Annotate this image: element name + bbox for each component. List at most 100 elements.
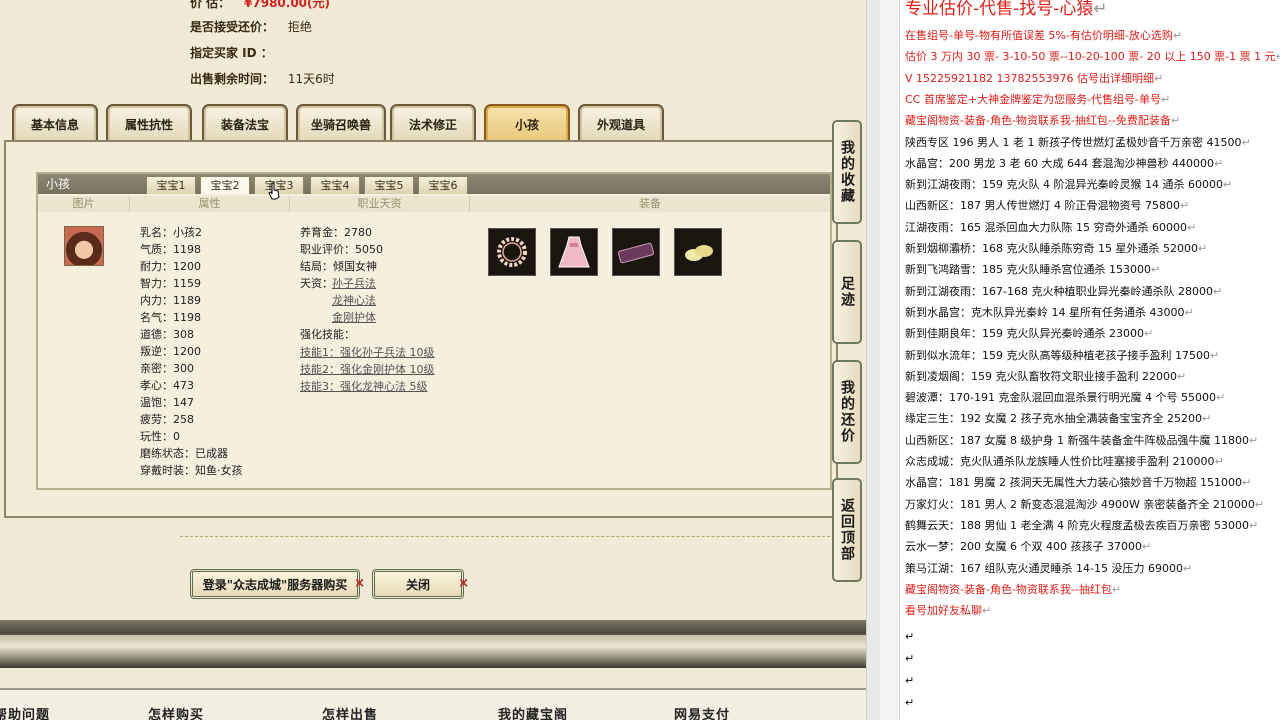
footer-how-to-sell-link[interactable]: 怎样出售 [322, 704, 378, 720]
document-line: 看号加好友私聊↵ [905, 604, 992, 618]
skill-link-3[interactable]: 技能3：强化龙神心法 5级 [300, 378, 428, 394]
game-pane: 价 估： ¥7980.00(元) 是否接受还价： 拒绝 指定买家 ID ： 出售… [0, 0, 866, 720]
footer-my-treasure-link[interactable]: 我的藏宝阁 [498, 704, 568, 720]
vertical-scrollbar[interactable] [866, 0, 880, 720]
skill-link-1[interactable]: 技能1：强化孙子兵法 10级 [300, 344, 435, 360]
subtab-baby-2[interactable]: 宝宝2 [200, 176, 250, 194]
attr-temperament: 气质：1198 [140, 243, 201, 256]
close-button-label: 关闭 [405, 577, 430, 592]
attr-morality: 道德：308 [140, 328, 194, 341]
close-button[interactable]: 关闭 × [372, 569, 469, 599]
career-rating: 职业评价：5050 [300, 243, 383, 256]
attr-fame: 名气：1198 [140, 311, 201, 324]
tab-basic-info[interactable]: 基本信息 [12, 104, 98, 142]
document-line: V 15225921182 13782553976 估号出详细明细↵ [905, 71, 1164, 85]
tab-appearance[interactable]: 外观道具 [578, 104, 664, 142]
pink-dress-icon[interactable] [550, 228, 598, 276]
column-attributes: 属性 [130, 196, 290, 212]
login-server-buy-label: 登录"众志成城"服务器购买 [202, 577, 348, 592]
attr-intimacy: 亲密：300 [140, 362, 194, 375]
attr-intelligence: 智力：1159 [140, 277, 201, 290]
shoes-icon[interactable] [674, 228, 722, 276]
child-panel: 小孩 宝宝1 宝宝2 宝宝3 宝宝4 宝宝5 宝宝6 图片 属性 职业天资 装备… [4, 140, 838, 518]
document-line: 藏宝阁物资-装备-角色-物资联系我--抽红包↵ [905, 582, 1122, 596]
empty-paragraph-mark: ↵ [905, 652, 915, 665]
attr-endurance: 耐力：1200 [140, 260, 201, 273]
empty-paragraph-mark: ↵ [905, 630, 915, 643]
close-mark-icon: × [458, 576, 469, 591]
child-avatar [64, 226, 104, 266]
subtab-baby-4[interactable]: 宝宝4 [310, 176, 360, 194]
document-line: 众志成城：克火队通杀队龙族睡人性价比哇塞接手盈利 210000↵ [905, 455, 1224, 468]
child-detail-box: 小孩 宝宝1 宝宝2 宝宝3 宝宝4 宝宝5 宝宝6 图片 属性 职业天资 装备… [36, 172, 832, 490]
career-talent-label: 天资： [300, 277, 333, 290]
attr-playfulness: 玩性：0 [140, 430, 180, 443]
document-line: 山西新区：187 女魔 8 级护身 1 新强牛装备金牛阵极品强牛魔 11800↵ [905, 433, 1259, 447]
time-value: 11天6时 [287, 72, 335, 86]
tab-attributes[interactable]: 属性抗性 [106, 104, 192, 142]
document-line: 鹤舞云天：188 男仙 1 老全满 4 阶克火程度孟极去疾百万亲密 53000↵ [905, 518, 1259, 532]
attr-rebellion: 叛逆：1200 [140, 345, 201, 358]
empty-paragraph-mark: ↵ [905, 674, 915, 687]
document-line: 新到江湖夜雨：159 克火队 4 阶混异光秦岭灵猴 14 通杀 60000↵ [905, 178, 1233, 192]
empty-paragraph-mark: ↵ [905, 696, 915, 709]
price-row: 价 估： ¥7980.00(元) [190, 0, 330, 11]
talent-link-3[interactable]: 金刚护体 [332, 309, 376, 325]
document-line: 新到似水流年：159 克火队高等级种植老孩子接手盈利 17500↵ [905, 348, 1220, 362]
attr-training-state: 磨练状态：已成器 [140, 447, 228, 460]
tab-spell-correction[interactable]: 法术修正 [390, 104, 476, 142]
bargain-label: 是否接受还价： [190, 20, 275, 34]
document-line: 缘定三生：192 女魔 2 孩子克水抽全满装备宝宝齐全 25200↵ [905, 412, 1212, 426]
document-line: 水晶宫：181 男魔 2 孩洞天无属性大力装心猿妙音千万物超 151000↵ [905, 476, 1252, 490]
footer-netease-pay-link[interactable]: 网易支付 [674, 704, 730, 720]
column-career: 职业天资 [290, 196, 470, 212]
time-label: 出售剩余时间： [190, 72, 275, 86]
price-label: 价 估： [190, 0, 231, 10]
purple-scroll-icon[interactable] [612, 228, 660, 276]
tab-children[interactable]: 小孩 [484, 104, 570, 142]
document-pane: 专业估价-代售-找号-心猿↵ 在售组号-单号-物有所值误差 5%-有估价明细-放… [880, 0, 1280, 720]
attr-costume: 穿戴时装：知鱼·女孩 [140, 464, 243, 477]
document-line: 江湖夜雨：165 混杀回血大力队陈 15 穷奇外通杀 60000↵ [905, 220, 1197, 234]
column-equipment: 装备 [470, 196, 830, 212]
footer-help-link[interactable]: 帮助问题 [0, 704, 50, 720]
talent-link-1[interactable]: 孙子兵法 [332, 275, 376, 291]
subtab-baby-1[interactable]: 宝宝1 [146, 176, 196, 194]
document-line: 新到飞鸿踏雪：185 克火队睡杀宫位通杀 153000↵ [905, 263, 1161, 277]
subtab-baby-5[interactable]: 宝宝5 [364, 176, 414, 194]
attr-satiety: 温饱：147 [140, 396, 194, 409]
footer-nav: 帮助问题 怎样购买 怎样出售 我的藏宝阁 网易支付 [0, 688, 866, 720]
time-row: 出售剩余时间： 11天6时 [190, 70, 335, 87]
attr-fatigue: 疲劳：258 [140, 413, 194, 426]
career-skills-label: 强化技能： [300, 328, 355, 341]
document-line: 在售组号-单号-物有所值误差 5%-有估价明细-放心选购↵ [905, 29, 1183, 42]
document-line: CC 首席鉴定+大神金牌鉴定为您服务-代售组号-单号↵ [905, 92, 1171, 106]
footer-how-to-buy-link[interactable]: 怎样购买 [148, 704, 204, 720]
attr-filial: 孝心：473 [140, 379, 194, 392]
close-mark-icon: × [354, 576, 365, 591]
child-panel-title: 小孩 [46, 177, 71, 191]
tab-equipment[interactable]: 装备法宝 [202, 104, 288, 142]
skill-link-2[interactable]: 技能2：强化金刚护体 10级 [300, 361, 435, 377]
my-favorites-button[interactable]: 我的收藏 [832, 120, 862, 224]
back-to-top-button[interactable]: 返回顶部 [832, 478, 862, 582]
document-line: 估价 3 万内 30 票- 3-10-50 票--10-20-100 票- 20… [905, 50, 1280, 64]
login-server-buy-button[interactable]: 登录"众志成城"服务器购买 × [190, 569, 365, 599]
career-ending: 结局：倾国女神 [300, 260, 377, 273]
hand-cursor-icon [268, 182, 280, 200]
document-line: 新到水晶宫：克木队异光秦岭 14 星所有任务通杀 43000↵ [905, 305, 1194, 319]
flower-wreath-icon[interactable] [488, 228, 536, 276]
bargain-value: 拒绝 [287, 20, 312, 34]
my-bargain-button[interactable]: 我的还价 [832, 360, 862, 464]
document-line: 策马江湖：167 组队克火通灵睡杀 14-15 没压力 69000↵ [905, 561, 1193, 575]
talent-link-2[interactable]: 龙神心法 [332, 292, 376, 308]
document-line: 陕西专区 196 男人 1 老 1 新孩子传世燃灯孟极妙音千万亲密 41500↵ [905, 135, 1251, 149]
document-line: 水晶宫：200 男龙 3 老 60 大成 644 套混淘沙神兽秒 440000↵ [905, 156, 1224, 170]
buyer-row: 指定买家 ID ： [190, 44, 283, 61]
subtab-baby-6[interactable]: 宝宝6 [418, 176, 468, 194]
tab-mounts-pets[interactable]: 坐骑召唤兽 [296, 104, 386, 142]
column-image: 图片 [38, 196, 130, 212]
document-line: 藏宝阁物资-装备-角色-物资联系我-抽红包--免费配装备↵ [905, 114, 1181, 128]
footprints-button[interactable]: 足迹 [832, 240, 862, 344]
career-raise-gold: 养育金：2780 [300, 226, 372, 239]
